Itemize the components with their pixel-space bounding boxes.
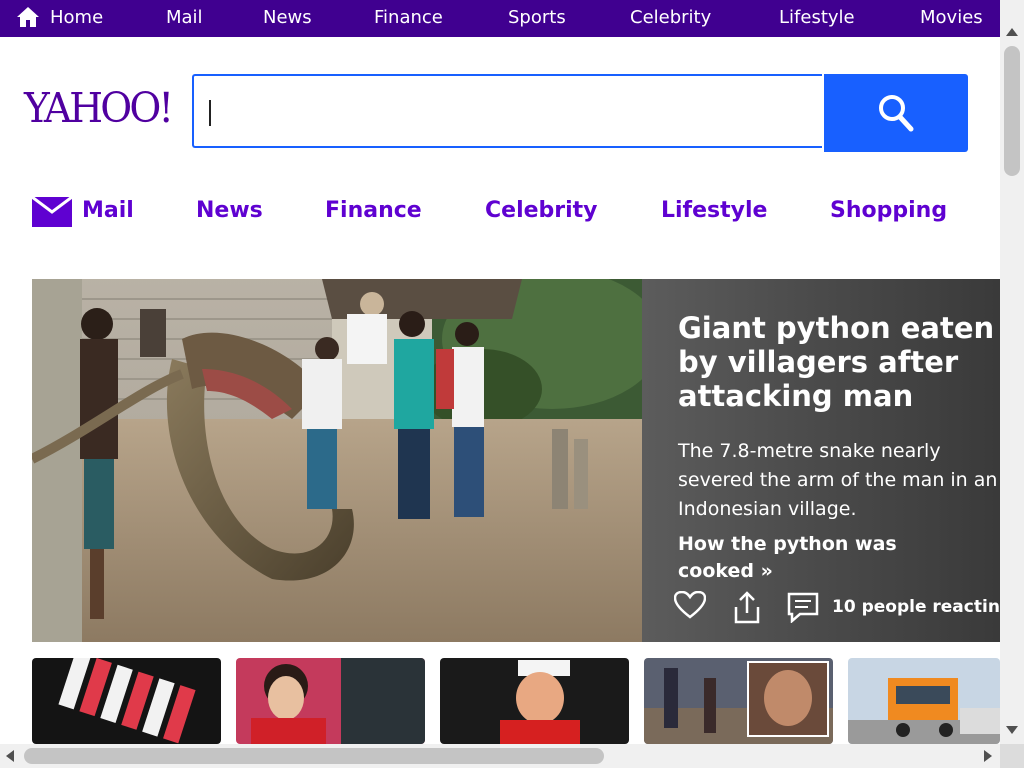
topnav-movies[interactable]: Movies bbox=[920, 0, 983, 37]
hero-story[interactable]: Giant python eaten by villagers after at… bbox=[32, 279, 1000, 642]
thumbnail-2[interactable] bbox=[236, 658, 425, 744]
scrollbar-corner bbox=[1000, 744, 1024, 768]
thumbnail-1[interactable] bbox=[32, 658, 221, 744]
scroll-right-icon[interactable] bbox=[984, 750, 992, 762]
topnav-celebrity[interactable]: Celebrity bbox=[630, 0, 711, 37]
hero-related-link[interactable]: How the python was cooked » bbox=[678, 531, 978, 585]
scroll-left-icon[interactable] bbox=[6, 750, 14, 762]
search-input[interactable] bbox=[192, 74, 822, 148]
subnav-mail[interactable]: Mail bbox=[82, 198, 134, 223]
horizontal-scroll-thumb[interactable] bbox=[24, 748, 604, 764]
horizontal-scrollbar[interactable] bbox=[0, 744, 1000, 768]
mail-icon[interactable] bbox=[32, 195, 72, 227]
hero-image[interactable] bbox=[32, 279, 642, 642]
reaction-count: 10 people reacting bbox=[832, 597, 1000, 617]
topnav-home[interactable]: Home bbox=[50, 0, 103, 37]
home-icon[interactable] bbox=[16, 6, 40, 28]
topnav-sports[interactable]: Sports bbox=[508, 0, 566, 37]
vertical-scrollbar[interactable] bbox=[1000, 0, 1024, 744]
thumbnail-5[interactable] bbox=[848, 658, 1000, 744]
share-icon[interactable] bbox=[732, 591, 762, 625]
search-bar bbox=[192, 74, 968, 152]
scroll-down-icon[interactable] bbox=[1006, 726, 1018, 734]
vertical-scroll-thumb[interactable] bbox=[1004, 46, 1020, 176]
scroll-up-icon[interactable] bbox=[1006, 28, 1018, 36]
topnav-news[interactable]: News bbox=[263, 0, 312, 37]
topnav-lifestyle[interactable]: Lifestyle bbox=[779, 0, 855, 37]
yahoo-logo[interactable]: YAHOO! bbox=[24, 84, 174, 132]
subnav-celebrity[interactable]: Celebrity bbox=[485, 198, 598, 223]
subnav-finance[interactable]: Finance bbox=[325, 198, 422, 223]
comment-icon[interactable] bbox=[786, 591, 820, 623]
subnav-lifestyle[interactable]: Lifestyle bbox=[661, 198, 767, 223]
hero-summary: The 7.8-metre snake nearly severed the a… bbox=[678, 440, 998, 520]
topnav-mail[interactable]: Mail bbox=[166, 0, 203, 37]
topnav-finance[interactable]: Finance bbox=[374, 0, 443, 37]
text-caret bbox=[209, 100, 211, 126]
search-button[interactable] bbox=[824, 74, 968, 152]
subnav-news[interactable]: News bbox=[196, 198, 263, 223]
search-icon bbox=[879, 95, 914, 132]
subnav-shopping[interactable]: Shopping bbox=[830, 198, 947, 223]
hero-text-panel: Giant python eaten by villagers after at… bbox=[642, 279, 1000, 642]
top-navigation: Home Mail News Finance Sports Celebrity … bbox=[0, 0, 1000, 37]
thumbnail-3[interactable] bbox=[440, 658, 629, 744]
hero-headline[interactable]: Giant python eaten by villagers after at… bbox=[678, 311, 1000, 413]
thumbnail-4[interactable] bbox=[644, 658, 833, 744]
heart-icon[interactable] bbox=[674, 591, 706, 619]
